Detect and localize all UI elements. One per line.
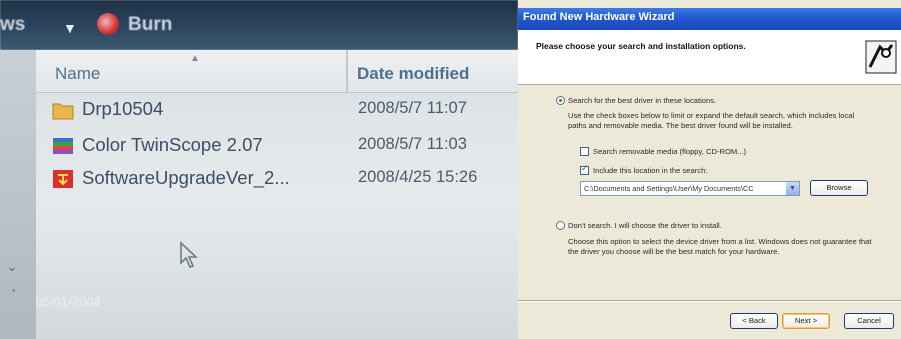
back-button[interactable]: < Back (730, 313, 778, 329)
burn-button[interactable]: Burn (128, 14, 172, 36)
application-icon (53, 138, 73, 154)
file-date: 2008/5/7 11:07 (358, 99, 467, 117)
photo-timestamp: 05/01/2008 (36, 295, 102, 309)
dont-search-desc-line: Choose this option to select the device … (568, 237, 872, 246)
column-header-date-modified[interactable]: Date modified (357, 64, 469, 84)
hardware-wizard-dialog: Found New Hardware Wizard Please choose … (518, 0, 901, 339)
wizard-header-text: Please choose your search and installati… (536, 41, 746, 51)
cancel-button[interactable]: Cancel (844, 313, 894, 329)
browse-button[interactable]: Browse (810, 180, 868, 196)
column-divider[interactable] (346, 50, 348, 92)
footer-divider-highlight (518, 301, 901, 302)
file-name: Drp10504 (82, 98, 164, 119)
burn-icon[interactable] (97, 13, 119, 35)
search-best-driver-radio[interactable] (556, 96, 565, 105)
nav-bullet-icon: • (12, 286, 16, 297)
location-combobox[interactable]: C:\Documents and Settings\User\My Docume… (580, 181, 800, 196)
dont-search-radio[interactable] (556, 221, 565, 230)
chevron-down-icon[interactable]: ▼ (63, 20, 77, 36)
location-value: C:\Documents and Settings\User\My Docume… (584, 184, 754, 193)
sort-ascending-icon: ▲ (190, 53, 200, 64)
explorer-window-photo: ws ▼ Burn ⌄ • ▲ Name Date modified Drp10… (0, 0, 518, 339)
search-removable-checkbox[interactable] (580, 147, 589, 156)
chevron-down-icon[interactable]: ⌄ (6, 258, 18, 275)
search-desc-line: Use the check boxes below to limit or ex… (568, 111, 855, 120)
wizard-header: Please choose your search and installati… (518, 30, 901, 85)
dont-search-label[interactable]: Don't search. I will choose the driver t… (568, 221, 722, 230)
file-name: SoftwareUpgradeVer_2... (82, 167, 290, 188)
file-date: 2008/5/7 11:03 (358, 135, 467, 153)
file-row[interactable]: Drp10504 2008/5/7 11:07 (50, 98, 510, 124)
search-desc-line: paths and removable media. The best driv… (568, 121, 793, 130)
dont-search-desc-line: the driver you choose will be the best m… (568, 247, 780, 256)
column-header-name[interactable]: Name (55, 64, 100, 84)
file-row[interactable]: Color TwinScope 2.07 2008/5/7 11:03 (50, 134, 510, 160)
installer-icon (53, 170, 73, 188)
next-button[interactable]: Next > (782, 313, 830, 329)
include-location-label[interactable]: Include this location in the search: (593, 166, 707, 175)
search-best-driver-label[interactable]: Search for the best driver in these loca… (568, 96, 716, 105)
search-removable-label[interactable]: Search removable media (floppy, CD-ROM..… (593, 147, 746, 156)
hardware-wizard-icon (865, 40, 897, 74)
mouse-cursor-icon (180, 241, 199, 268)
chevron-down-icon[interactable]: ▼ (786, 182, 799, 195)
toolbar-prev-item[interactable]: ws (0, 14, 25, 36)
file-row[interactable]: SoftwareUpgradeVer_2... 2008/4/25 15:26 (50, 167, 510, 193)
wizard-title: Found New Hardware Wizard (523, 11, 675, 23)
navigation-pane (0, 50, 36, 339)
include-location-checkbox[interactable] (580, 164, 589, 175)
explorer-toolbar (0, 0, 518, 50)
wizard-title-bar[interactable]: Found New Hardware Wizard (518, 8, 901, 30)
file-name: Color TwinScope 2.07 (82, 134, 263, 155)
folder-icon (52, 103, 74, 120)
file-date: 2008/4/25 15:26 (358, 168, 478, 186)
